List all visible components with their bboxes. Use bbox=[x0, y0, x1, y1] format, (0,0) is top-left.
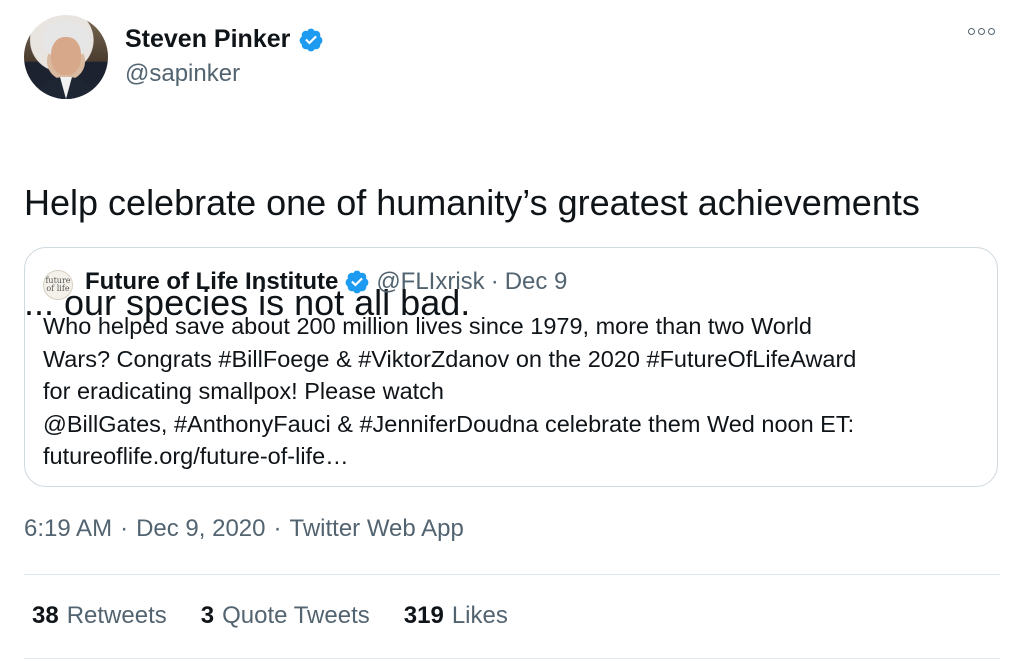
quoted-author-handle[interactable]: @FLIxrisk bbox=[376, 268, 484, 296]
verified-badge-icon bbox=[345, 270, 369, 294]
verified-badge-icon bbox=[299, 28, 323, 51]
retweets-stat[interactable]: 38 Retweets bbox=[32, 602, 167, 630]
quote-tweets-count: 3 bbox=[200, 602, 215, 629]
tweet-stats: 38 Retweets 3 Quote Tweets 319 Likes bbox=[32, 602, 508, 630]
quoted-author-avatar[interactable]: future of life bbox=[43, 270, 73, 300]
tweet-meta: 6:19 AM · Dec 9, 2020 · Twitter Web App bbox=[24, 515, 464, 543]
author-display-name[interactable]: Steven Pinker bbox=[125, 25, 290, 54]
more-dot bbox=[978, 28, 985, 35]
likes-count: 319 bbox=[403, 602, 444, 629]
quoted-tweet-body: Who helped save about 200 million lives … bbox=[43, 310, 983, 473]
tweet-time[interactable]: 6:19 AM bbox=[24, 515, 112, 543]
author-avatar[interactable] bbox=[24, 15, 108, 99]
quoted-body-line: @BillGates, #AnthonyFauci & #JenniferDou… bbox=[43, 410, 855, 437]
avatar-face bbox=[51, 37, 81, 75]
tweet-text-line: Help celebrate one of humanity’s greates… bbox=[24, 182, 920, 223]
likes-label: Likes bbox=[451, 602, 508, 629]
quoted-body-line: for eradicating smallpox! Please watch bbox=[43, 378, 445, 404]
meta-separator: · bbox=[120, 515, 129, 542]
author-name-row[interactable]: Steven Pinker bbox=[125, 25, 324, 54]
quoted-separator: · bbox=[490, 268, 499, 295]
divider bbox=[24, 574, 1000, 575]
more-dot bbox=[988, 28, 995, 35]
quote-tweets-stat[interactable]: 3 Quote Tweets bbox=[201, 602, 370, 630]
more-dot bbox=[968, 28, 975, 35]
quoted-author-name[interactable]: Future of Life Institute bbox=[85, 268, 338, 296]
divider bbox=[24, 658, 1000, 659]
quoted-tweet-header: Future of Life Institute @FLIxrisk · Dec… bbox=[85, 268, 567, 296]
author-handle[interactable]: @sapinker bbox=[125, 60, 240, 88]
retweets-count: 38 bbox=[32, 602, 59, 629]
meta-separator: · bbox=[273, 515, 282, 542]
quoted-body-line: Wars? Congrats #BillFoege & #ViktorZdano… bbox=[43, 345, 857, 372]
tweet-date[interactable]: Dec 9, 2020 bbox=[136, 515, 265, 543]
quoted-body-line: futureoflife.org/future-of-life… bbox=[43, 443, 349, 469]
quoted-body-line: Who helped save about 200 million lives … bbox=[43, 313, 812, 339]
likes-stat[interactable]: 319 Likes bbox=[404, 602, 508, 630]
tweet-source[interactable]: Twitter Web App bbox=[289, 515, 463, 543]
more-options-icon[interactable] bbox=[968, 28, 995, 35]
quoted-tweet-card[interactable]: future of life Future of Life Institute … bbox=[24, 247, 998, 487]
retweets-label: Retweets bbox=[66, 602, 167, 629]
quote-tweets-label: Quote Tweets bbox=[222, 602, 370, 629]
quoted-tweet-date[interactable]: Dec 9 bbox=[505, 268, 568, 296]
